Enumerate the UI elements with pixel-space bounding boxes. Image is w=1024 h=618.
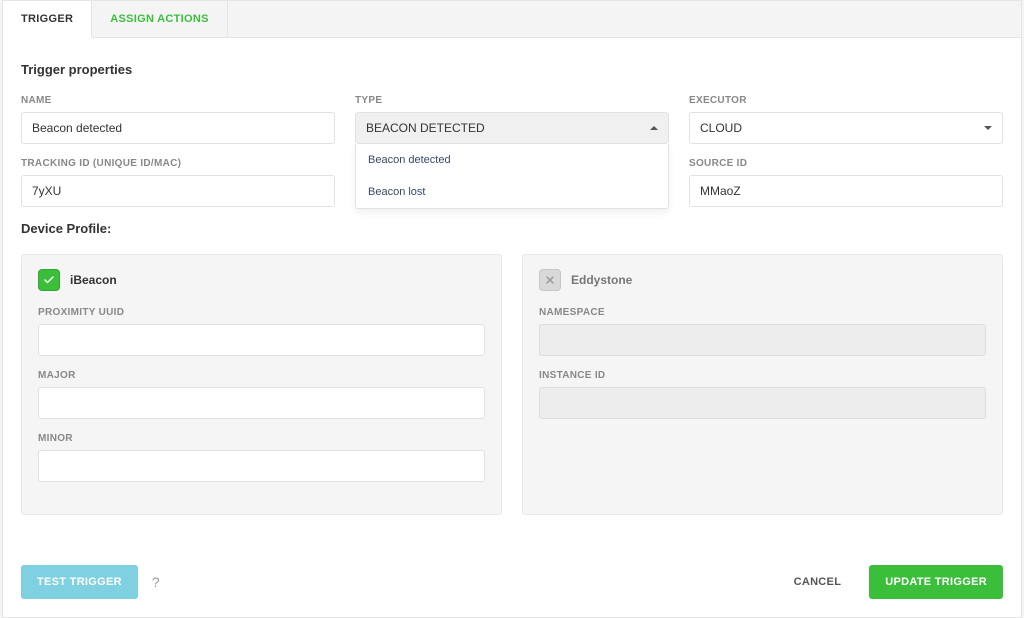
major-input[interactable] (38, 387, 485, 419)
caret-up-icon (650, 126, 658, 130)
type-label: TYPE (355, 95, 669, 106)
ibeacon-checkbox[interactable] (38, 269, 60, 291)
trigger-panel: Trigger properties NAME TYPE BEACON DETE… (3, 38, 1021, 617)
instance-id-input (539, 387, 986, 419)
update-trigger-button[interactable]: UPDATE TRIGGER (869, 565, 1003, 599)
eddystone-title: Eddystone (571, 273, 632, 287)
major-group: MAJOR (38, 370, 485, 419)
minor-group: MINOR (38, 433, 485, 482)
source-id-input[interactable] (689, 175, 1003, 207)
tracking-id-input[interactable] (21, 175, 335, 207)
tabs-bar: TRIGGER ASSIGN ACTIONS (3, 1, 1021, 38)
namespace-group: NAMESPACE (539, 307, 986, 356)
test-trigger-button[interactable]: TEST TRIGGER (21, 565, 138, 599)
namespace-input (539, 324, 986, 356)
eddystone-card: Eddystone NAMESPACE INSTANCE ID (522, 254, 1003, 515)
type-field-group: TYPE BEACON DETECTED Beacon detected Bea… (355, 95, 669, 144)
minor-label: MINOR (38, 433, 485, 444)
help-icon[interactable]: ? (152, 574, 160, 590)
eddystone-checkbox[interactable] (539, 269, 561, 291)
device-profiles: iBeacon PROXIMITY UUID MAJOR MINOR (21, 254, 1003, 515)
type-option-beacon-lost[interactable]: Beacon lost (356, 176, 668, 208)
major-label: MAJOR (38, 370, 485, 381)
ibeacon-card: iBeacon PROXIMITY UUID MAJOR MINOR (21, 254, 502, 515)
source-id-field-group: SOURCE ID (689, 158, 1003, 207)
x-icon (544, 274, 556, 286)
executor-field-group: EXECUTOR CLOUD (689, 95, 1003, 144)
executor-select[interactable]: CLOUD (689, 112, 1003, 144)
executor-label: EXECUTOR (689, 95, 1003, 106)
instance-id-group: INSTANCE ID (539, 370, 986, 419)
tab-assign-actions[interactable]: ASSIGN ACTIONS (92, 1, 228, 37)
type-option-beacon-detected[interactable]: Beacon detected (356, 144, 668, 176)
check-icon (43, 274, 55, 286)
type-select[interactable]: BEACON DETECTED (355, 112, 669, 144)
section-title: Trigger properties (21, 62, 1003, 77)
trigger-editor-panel: TRIGGER ASSIGN ACTIONS Trigger propertie… (2, 0, 1022, 618)
tracking-id-field-group: TRACKING ID (UNIQUE ID/MAC) (21, 158, 335, 207)
proximity-uuid-input[interactable] (38, 324, 485, 356)
cancel-button[interactable]: CANCEL (778, 565, 858, 599)
type-dropdown-wrap: BEACON DETECTED Beacon detected Beacon l… (355, 112, 669, 144)
type-dropdown-menu: Beacon detected Beacon lost (355, 144, 669, 209)
ibeacon-title: iBeacon (70, 273, 117, 287)
tracking-id-label: TRACKING ID (UNIQUE ID/MAC) (21, 158, 335, 169)
proximity-uuid-label: PROXIMITY UUID (38, 307, 485, 318)
executor-selected-value: CLOUD (700, 121, 742, 135)
ibeacon-header: iBeacon (38, 269, 485, 291)
namespace-label: NAMESPACE (539, 307, 986, 318)
proximity-uuid-group: PROXIMITY UUID (38, 307, 485, 356)
minor-input[interactable] (38, 450, 485, 482)
instance-id-label: INSTANCE ID (539, 370, 986, 381)
form-row-1: NAME TYPE BEACON DETECTED Beacon detecte… (21, 95, 1003, 144)
type-selected-value: BEACON DETECTED (366, 121, 485, 135)
tab-trigger[interactable]: TRIGGER (3, 1, 92, 38)
name-input[interactable] (21, 112, 335, 144)
footer-actions: TEST TRIGGER ? CANCEL UPDATE TRIGGER (21, 535, 1003, 599)
name-field-group: NAME (21, 95, 335, 144)
eddystone-header: Eddystone (539, 269, 986, 291)
name-label: NAME (21, 95, 335, 106)
caret-down-icon (984, 126, 992, 130)
device-profile-title: Device Profile: (21, 221, 1003, 236)
source-id-label: SOURCE ID (689, 158, 1003, 169)
